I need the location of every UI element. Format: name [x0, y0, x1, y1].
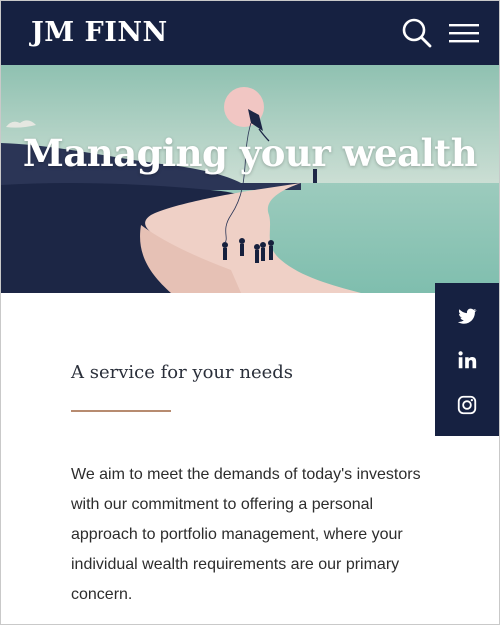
instagram-link[interactable] — [456, 394, 478, 416]
heading-divider — [71, 410, 171, 412]
instagram-icon — [457, 395, 477, 415]
site-header: JM FINN — [1, 1, 499, 65]
page-frame: JM FINN Managing your wealth A service f… — [0, 0, 500, 625]
search-button[interactable] — [401, 17, 433, 49]
site-logo[interactable]: JM FINN — [31, 15, 168, 51]
twitter-link[interactable] — [456, 305, 478, 327]
search-icon — [402, 18, 432, 48]
linkedin-link[interactable] — [456, 349, 478, 371]
intro-paragraph: We aim to meet the demands of today's in… — [71, 466, 421, 603]
hamburger-menu-icon — [449, 24, 479, 43]
social-links-panel — [435, 283, 499, 436]
intro-section: A service for your needs We aim to meet … — [71, 356, 431, 624]
section-heading: A service for your needs — [71, 362, 294, 383]
linkedin-icon — [458, 351, 477, 369]
hero-banner: Managing your wealth — [1, 65, 499, 293]
hero-illustration — [1, 65, 499, 293]
hero-title: Managing your wealth — [22, 131, 478, 175]
twitter-icon — [457, 308, 477, 324]
menu-button[interactable] — [447, 19, 481, 47]
